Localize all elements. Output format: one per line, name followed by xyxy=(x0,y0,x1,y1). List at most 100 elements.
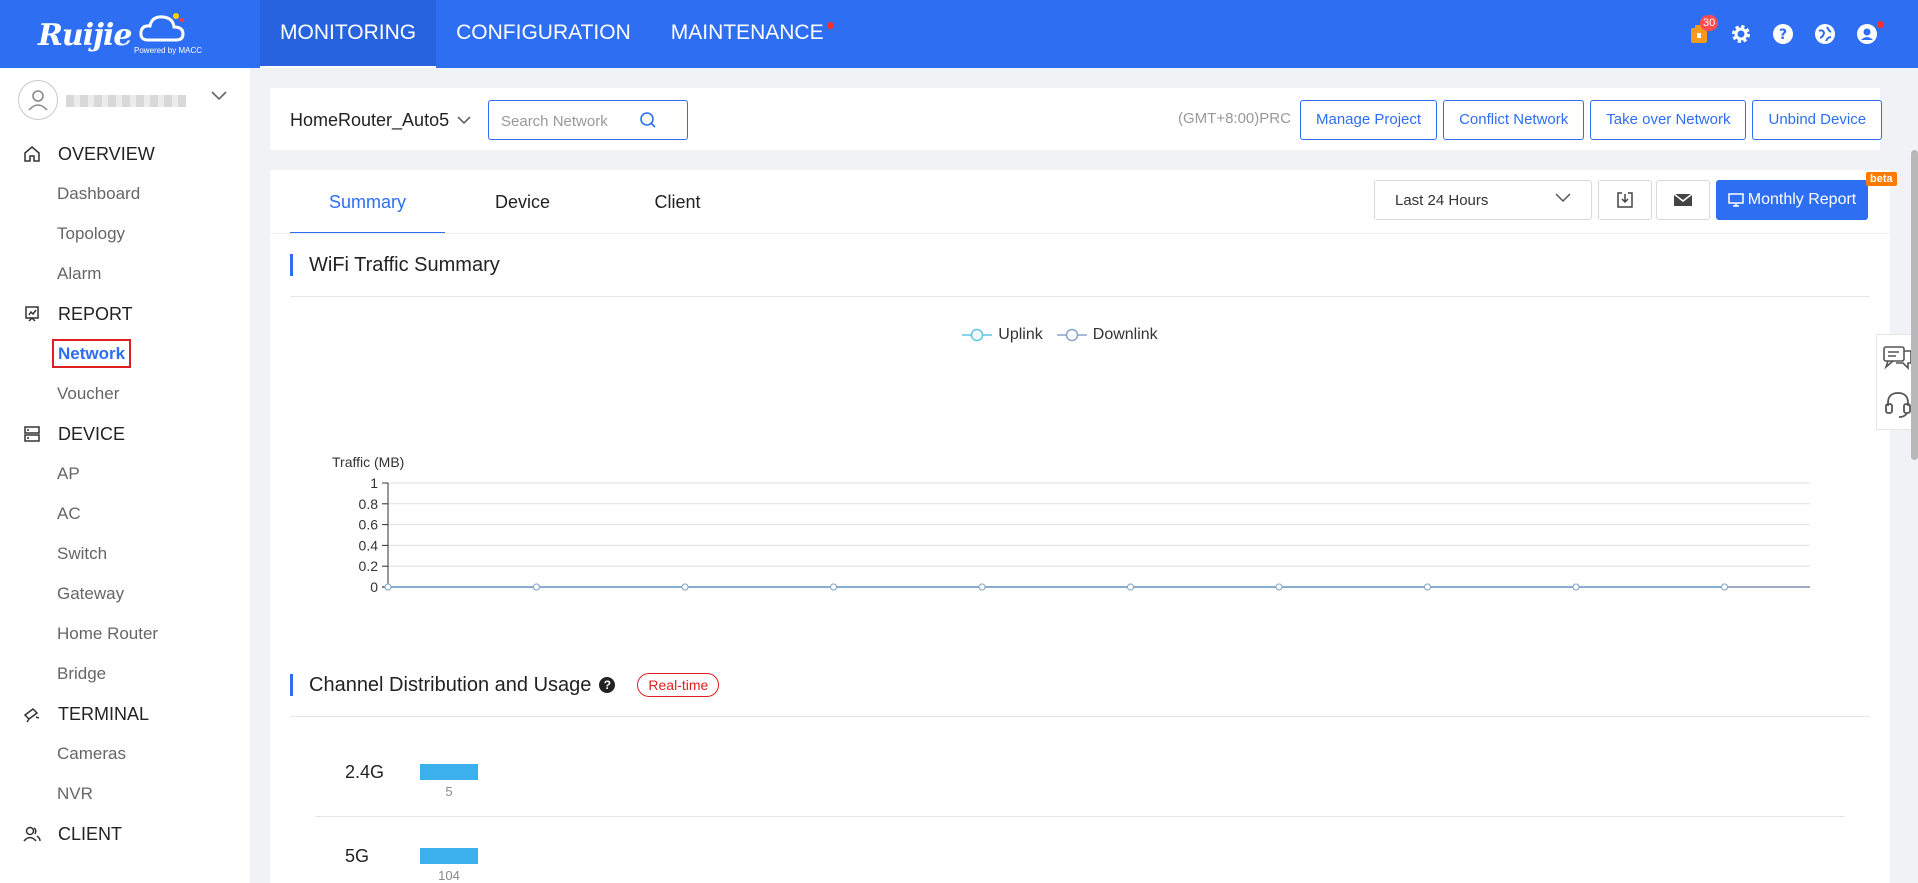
top-navigation: MONITORING CONFIGURATION MAINTENANCE xyxy=(260,0,844,68)
project-dropdown[interactable]: HomeRouter_Auto5 xyxy=(290,110,471,131)
maintenance-dot xyxy=(826,22,834,29)
globe-icon[interactable] xyxy=(1814,23,1836,45)
sidebar-menu: OVERVIEW Dashboard Topology Alarm REPORT… xyxy=(0,134,250,854)
sidebar-item-bridge[interactable]: Bridge xyxy=(0,654,250,694)
sidebar-item-dashboard[interactable]: Dashboard xyxy=(0,174,250,214)
monthly-report-button[interactable]: Monthly Report xyxy=(1716,180,1868,220)
help-icon[interactable]: ? xyxy=(1772,23,1794,45)
cloud-logo-icon xyxy=(139,13,185,42)
report-icon xyxy=(22,304,42,324)
notification-icon[interactable]: 30 xyxy=(1688,15,1719,45)
data-point xyxy=(384,583,392,591)
sidebar-item-ac[interactable]: AC xyxy=(0,494,250,534)
svg-text:?: ? xyxy=(1779,27,1787,43)
channel-separator xyxy=(315,816,1845,817)
nav-monitoring[interactable]: MONITORING xyxy=(260,0,437,68)
y-tick-label: 0 xyxy=(370,579,378,595)
x-tick-label: 08-10 22:30:00 xyxy=(786,599,880,600)
data-point xyxy=(1572,583,1580,591)
tabs-divider xyxy=(270,233,1890,234)
page-scrollbar[interactable] xyxy=(1911,150,1918,460)
account-dot xyxy=(1877,21,1884,28)
sidebar-group-report[interactable]: REPORT xyxy=(0,294,250,334)
chevron-down-icon[interactable] xyxy=(210,90,228,102)
beta-badge: beta xyxy=(1866,172,1897,186)
nav-configuration[interactable]: CONFIGURATION xyxy=(436,0,651,68)
report-tabs: Summary Device Client xyxy=(290,170,755,234)
sidebar-group-terminal[interactable]: TERMINAL xyxy=(0,694,250,734)
ruijie-logo[interactable]: Ruijie Powered by MACC xyxy=(34,8,214,60)
unbind-device-button[interactable]: Unbind Device xyxy=(1752,100,1883,140)
sidebar-item-network[interactable]: Network xyxy=(0,334,250,374)
section-divider xyxy=(290,716,1870,717)
monitor-icon xyxy=(1728,193,1744,207)
top-bar: Ruijie Powered by MACC MONITORING CONFIG… xyxy=(0,0,1918,68)
nav-maintenance[interactable]: MAINTENANCE xyxy=(651,0,844,68)
sidebar-item-alarm[interactable]: Alarm xyxy=(0,254,250,294)
sidebar-group-overview[interactable]: OVERVIEW xyxy=(0,134,250,174)
sidebar-group-client[interactable]: CLIENT xyxy=(0,814,250,854)
search-network-box xyxy=(488,100,688,140)
channel-value: 104 xyxy=(438,868,460,883)
search-network-input[interactable] xyxy=(501,110,641,132)
data-point xyxy=(1721,583,1728,591)
channel-value: 5 xyxy=(445,784,453,799)
channel-bar xyxy=(420,764,478,780)
channel-bar xyxy=(420,848,478,864)
manage-project-button[interactable]: Manage Project xyxy=(1300,100,1438,140)
tab-client[interactable]: Client xyxy=(600,170,755,234)
camera-icon xyxy=(22,704,42,724)
time-range-select[interactable]: Last 24 Hours xyxy=(1374,180,1592,220)
y-axis-label: Traffic (MB) xyxy=(332,454,404,470)
notification-badge: 30 xyxy=(1700,15,1719,31)
chevron-down-icon xyxy=(457,116,471,125)
download-button[interactable] xyxy=(1598,180,1652,220)
x-tick-label: 08-11 11:00:00 xyxy=(1530,599,1622,600)
conflict-network-button[interactable]: Conflict Network xyxy=(1443,100,1585,140)
device-icon xyxy=(22,424,42,444)
user-selector[interactable] xyxy=(18,78,232,122)
data-point xyxy=(978,583,986,591)
data-point xyxy=(1127,583,1134,591)
sidebar-item-voucher[interactable]: Voucher xyxy=(0,374,250,414)
sidebar-item-gateway[interactable]: Gateway xyxy=(0,574,250,614)
gear-icon[interactable] xyxy=(1730,23,1752,45)
avatar xyxy=(18,80,58,120)
sidebar-item-switch[interactable]: Switch xyxy=(0,534,250,574)
data-point xyxy=(830,583,837,591)
data-point xyxy=(681,583,689,591)
take-over-network-button[interactable]: Take over Network xyxy=(1590,100,1747,140)
home-icon xyxy=(22,144,42,164)
sidebar-item-home-router[interactable]: Home Router xyxy=(0,614,250,654)
help-circle-icon[interactable]: ? xyxy=(599,677,616,693)
blurred-username xyxy=(66,95,186,107)
x-tick-label: 08-11 13:30:00 xyxy=(1678,599,1771,600)
user-account-icon[interactable] xyxy=(1856,21,1884,45)
sidebar-item-ap[interactable]: AP xyxy=(0,454,250,494)
sidebar-item-nvr[interactable]: NVR xyxy=(0,774,250,814)
search-icon[interactable] xyxy=(639,111,657,129)
channel-distribution-title: Channel Distribution and Usage ? Real-ti… xyxy=(290,673,720,697)
x-tick-label: 08-11 01:00:00 xyxy=(935,599,1028,600)
y-tick-label: 0.4 xyxy=(359,537,379,553)
x-tick-label: 08-11 06:00:00 xyxy=(1232,599,1325,600)
sidebar-item-topology[interactable]: Topology xyxy=(0,214,250,254)
x-tick-label: 08-10 15:00:00 xyxy=(341,599,435,600)
mail-icon xyxy=(1673,193,1693,206)
wifi-traffic-chart: Traffic (MB) 0 0.2 0.4 0.6 0.8 1 08-10 15:00:00… xyxy=(332,454,1810,600)
sidebar-group-device[interactable]: DEVICE xyxy=(0,414,250,454)
realtime-tag: Real-time xyxy=(637,673,720,697)
channel-label: 2.4G xyxy=(345,762,385,782)
logo-text: Ruijie xyxy=(38,18,132,53)
y-tick-label: 1 xyxy=(370,475,378,491)
download-icon xyxy=(1617,192,1633,208)
sidebar-item-cameras[interactable]: Cameras xyxy=(0,734,250,774)
logo-subtitle: Powered by MACC xyxy=(134,46,203,55)
tab-summary[interactable]: Summary xyxy=(290,170,445,234)
header-buttons: Manage Project Conflict Network Take ove… xyxy=(1300,100,1883,140)
email-button[interactable] xyxy=(1656,180,1710,220)
tab-device[interactable]: Device xyxy=(445,170,600,234)
y-tick-label: 0.8 xyxy=(359,496,379,512)
y-tick-label: 0.2 xyxy=(359,558,379,574)
x-tick-label: 08-10 20:00:00 xyxy=(638,599,732,600)
